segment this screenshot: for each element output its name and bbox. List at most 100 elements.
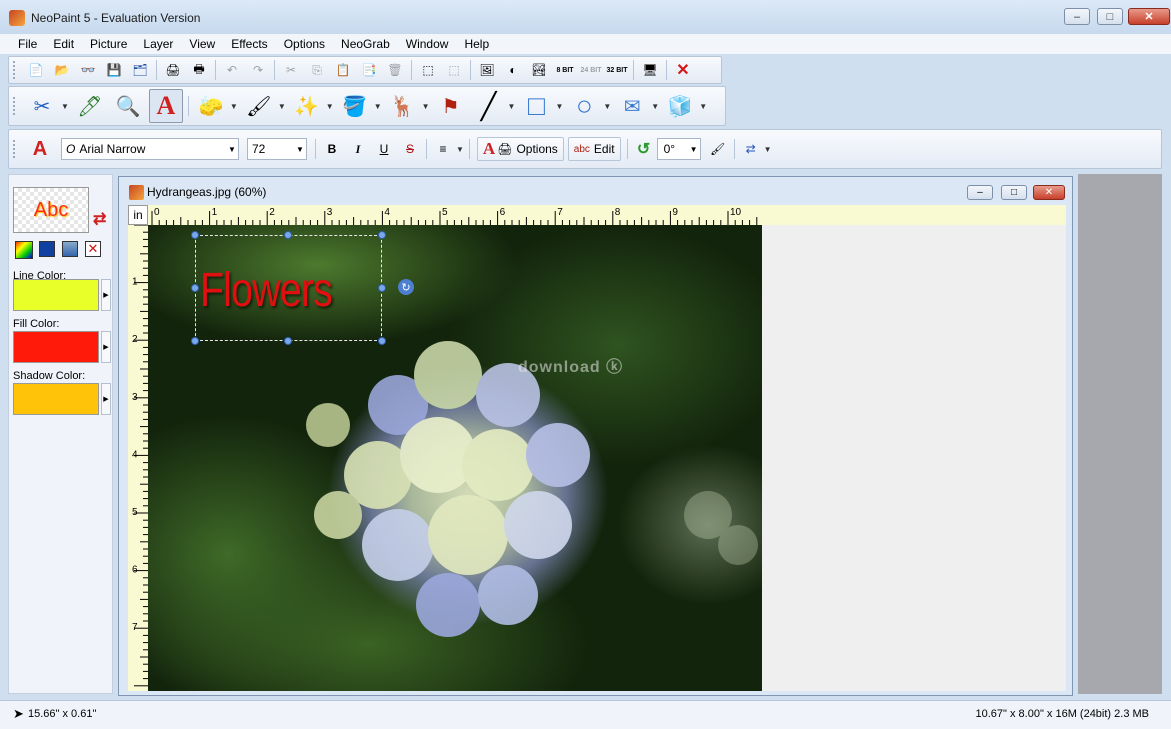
menu-options[interactable]: Options	[276, 37, 333, 51]
cube-icon[interactable]: 🧊	[663, 89, 697, 123]
copy-icon[interactable]: ⎘	[306, 59, 328, 81]
resize-handle[interactable]	[378, 284, 386, 292]
ruler-label: 6	[500, 207, 506, 218]
delete-icon[interactable]: 🗑	[384, 59, 406, 81]
align-left-icon[interactable]: ≡	[432, 138, 454, 160]
menu-effects[interactable]: Effects	[223, 37, 275, 51]
menu-neograb[interactable]: NeoGrab	[333, 37, 398, 51]
adjust-icon[interactable]: 🏞	[528, 59, 550, 81]
font-size-select[interactable]: 72 ▼	[247, 138, 307, 160]
italic-button[interactable]: I	[347, 138, 369, 160]
browse-icon[interactable]: 👓	[77, 59, 99, 81]
text-options-button[interactable]: A 🖨 Options	[476, 137, 564, 161]
color-panel: Abc ⇄ ✕ Line Color: ▶ Fill Color: ▶ Shad…	[8, 174, 113, 694]
text-style-preview[interactable]: Abc	[13, 187, 89, 233]
brush-text-icon[interactable]: 🖌	[707, 138, 729, 160]
no-fill-icon[interactable]: ✕	[85, 241, 101, 257]
minimize-button[interactable]: –	[1064, 8, 1090, 25]
text-edit-button[interactable]: abc Edit	[567, 137, 621, 161]
toolbar-grip[interactable]	[13, 97, 19, 115]
paste-icon[interactable]: 📋	[332, 59, 354, 81]
line-icon[interactable]: ╱	[472, 89, 506, 123]
32bit-icon[interactable]: 32 BIT	[606, 59, 628, 81]
text-toolbar: A O Arial Narrow ▼ 72 ▼ B I U S ≡ ▼ A 🖨 O…	[8, 129, 1162, 169]
resize-handle[interactable]	[378, 231, 386, 239]
shadow-color-swatch[interactable]	[13, 383, 99, 415]
select-all-icon[interactable]: ⬚	[417, 59, 439, 81]
menu-window[interactable]: Window	[398, 37, 457, 51]
open-icon[interactable]: 📂	[51, 59, 73, 81]
polygon-icon[interactable]: ✉	[615, 89, 649, 123]
resize-handle[interactable]	[191, 337, 199, 345]
fill-icon[interactable]: 🪣	[338, 89, 372, 123]
ruler-unit[interactable]: in	[128, 205, 148, 225]
save-as-icon[interactable]: 🗂	[129, 59, 151, 81]
doc-minimize-button[interactable]: –	[967, 185, 993, 200]
rubber-stamp-icon[interactable]: ⚑	[434, 89, 468, 123]
resize-handle[interactable]	[284, 231, 292, 239]
menu-file[interactable]: File	[0, 37, 45, 51]
font-color-icon[interactable]: A	[25, 138, 55, 160]
resize-handle[interactable]	[378, 337, 386, 345]
font-name-select[interactable]: O Arial Narrow ▼	[61, 138, 239, 160]
eraser-icon[interactable]: 🧽	[194, 89, 228, 123]
text-object[interactable]: Flowers	[200, 263, 333, 318]
line-color-swatch[interactable]	[13, 279, 99, 311]
menu-edit[interactable]: Edit	[45, 37, 82, 51]
transform-icon[interactable]: ⇄	[740, 138, 762, 160]
fill-color-swatch[interactable]	[13, 331, 99, 363]
redo-icon[interactable]: ↷	[247, 59, 269, 81]
screen-capture-icon[interactable]: 🖥	[639, 59, 661, 81]
image-size-icon[interactable]: 🖼	[476, 59, 498, 81]
new-icon[interactable]: 📄	[25, 59, 47, 81]
hydrangea-photo[interactable]: download ⓚ Flowers ↻	[148, 225, 762, 691]
eyedropper-icon[interactable]: 🖊	[73, 89, 107, 123]
print-icon[interactable]: 🖶	[188, 59, 210, 81]
select-tool-icon[interactable]: ✂	[25, 89, 59, 123]
maximize-button[interactable]: □	[1097, 8, 1123, 25]
undo-icon[interactable]: ↶	[221, 59, 243, 81]
stamp-icon[interactable]: 🦌	[386, 89, 420, 123]
resize-handle[interactable]	[191, 231, 199, 239]
resize-handle[interactable]	[191, 284, 199, 292]
strikethrough-button[interactable]: S	[399, 138, 421, 160]
texture-fill-icon[interactable]	[62, 241, 78, 257]
chevron-right-icon[interactable]: ▶	[101, 279, 111, 311]
resize-handle[interactable]	[284, 337, 292, 345]
chevron-right-icon[interactable]: ▶	[101, 383, 111, 415]
underline-button[interactable]: U	[373, 138, 395, 160]
paste-as-new-icon[interactable]: 📑	[358, 59, 380, 81]
deselect-icon[interactable]: ⬚	[443, 59, 465, 81]
24bit-icon[interactable]: 24 BIT	[580, 59, 602, 81]
menu-layer[interactable]: Layer	[135, 37, 181, 51]
solid-fill-icon[interactable]	[39, 241, 55, 257]
scan-icon[interactable]: 🖨	[162, 59, 184, 81]
rotate-icon[interactable]: ↺	[633, 138, 655, 160]
close-button[interactable]: ✕	[1128, 8, 1170, 25]
close-doc-icon[interactable]: ✕	[672, 59, 694, 81]
menu-help[interactable]: Help	[456, 37, 497, 51]
save-icon[interactable]: 💾	[103, 59, 125, 81]
rotate-handle-icon[interactable]: ↻	[398, 279, 414, 295]
swap-colors-icon[interactable]: ⇄	[93, 209, 106, 229]
text-tool-icon[interactable]: A	[148, 89, 183, 123]
brightness-icon[interactable]: ◐	[502, 59, 524, 81]
doc-maximize-button[interactable]: □	[1001, 185, 1027, 200]
gradient-fill-icon[interactable]	[15, 241, 33, 259]
menu-picture[interactable]: Picture	[82, 37, 135, 51]
toolbar-grip[interactable]	[13, 61, 19, 79]
chevron-right-icon[interactable]: ▶	[101, 331, 111, 363]
cut-icon[interactable]: ✂	[280, 59, 302, 81]
8bit-icon[interactable]: 8 BIT	[554, 59, 576, 81]
brush-icon[interactable]: 🖌	[242, 89, 276, 123]
zoom-icon[interactable]: 🔍	[111, 89, 145, 123]
doc-close-button[interactable]: ✕	[1033, 185, 1065, 200]
toolbar-grip[interactable]	[13, 140, 19, 158]
rotation-select[interactable]: 0° ▼	[656, 138, 701, 160]
ellipse-icon[interactable]: ○	[567, 89, 601, 123]
spray-icon[interactable]: ✨	[290, 89, 324, 123]
bold-button[interactable]: B	[321, 138, 343, 160]
rectangle-icon[interactable]: □	[519, 89, 553, 123]
canvas[interactable]: download ⓚ Flowers ↻	[148, 225, 1066, 691]
menu-view[interactable]: View	[181, 37, 223, 51]
